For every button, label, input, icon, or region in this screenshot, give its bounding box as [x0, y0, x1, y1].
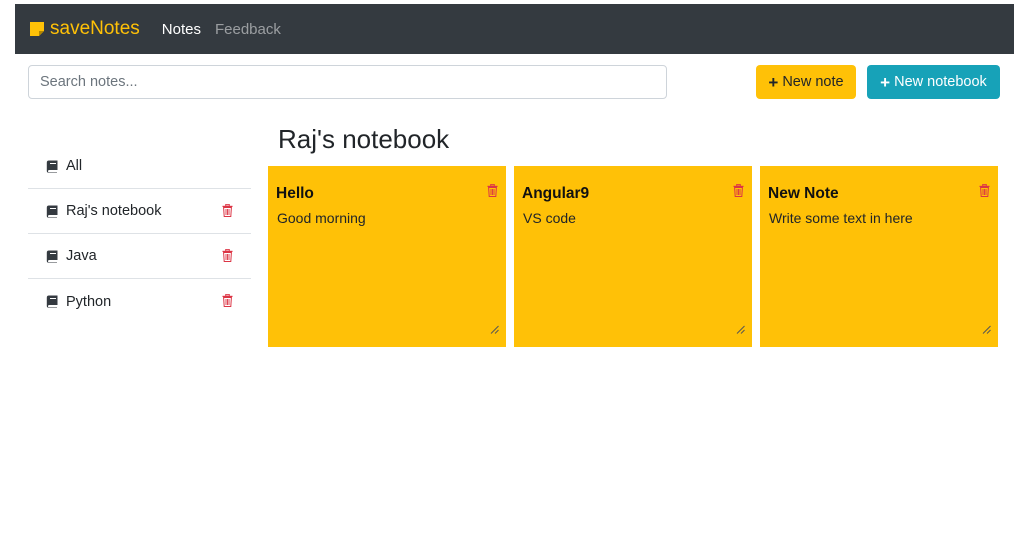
note-card[interactable]: Hello Good morning	[268, 166, 506, 347]
new-notebook-label: New notebook	[894, 74, 987, 90]
trash-icon[interactable]	[733, 184, 744, 197]
brand-name: saveNotes	[50, 18, 140, 39]
plus-icon: +	[768, 72, 779, 92]
plus-icon: +	[880, 72, 891, 92]
page-title: Raj's notebook	[278, 124, 450, 154]
resize-handle-icon[interactable]	[736, 325, 745, 334]
notebook-list: All Raj's notebook Java Python	[28, 144, 251, 324]
sidebar-item-rajs-notebook[interactable]: Raj's notebook	[28, 189, 251, 234]
book-icon	[46, 160, 58, 173]
sidebar-item-java[interactable]: Java	[28, 234, 251, 279]
sidebar-item-label: Python	[66, 293, 112, 310]
trash-icon[interactable]	[222, 249, 233, 262]
trash-icon[interactable]	[979, 184, 990, 197]
new-note-label: New note	[782, 74, 844, 90]
note-card[interactable]: Angular9 VS code	[514, 166, 752, 347]
top-navbar: saveNotes Notes Feedback	[15, 4, 1014, 54]
sidebar-item-label: Raj's notebook	[66, 203, 162, 219]
note-body[interactable]: Write some text in here	[769, 210, 913, 226]
sidebar-item-all[interactable]: All	[28, 144, 251, 189]
new-note-button[interactable]: + New note	[756, 65, 856, 99]
new-notebook-button[interactable]: + New notebook	[867, 65, 1000, 99]
trash-icon[interactable]	[222, 294, 233, 307]
sidebar-item-label: All	[66, 158, 83, 174]
note-title[interactable]: Hello	[276, 185, 314, 203]
sidebar-item-python[interactable]: Python	[28, 279, 251, 324]
sidebar-item-label: Java	[66, 248, 97, 264]
book-icon	[46, 295, 58, 308]
note-card[interactable]: New Note Write some text in here	[760, 166, 998, 347]
trash-icon[interactable]	[487, 184, 498, 197]
resize-handle-icon[interactable]	[490, 325, 499, 334]
resize-handle-icon[interactable]	[982, 325, 991, 334]
book-icon	[46, 205, 58, 218]
note-body[interactable]: VS code	[523, 210, 576, 226]
note-body[interactable]: Good morning	[277, 210, 366, 226]
nav-notes-link[interactable]: Notes	[162, 21, 201, 38]
sticky-note-icon	[30, 22, 44, 36]
search-input[interactable]	[28, 65, 667, 99]
trash-icon[interactable]	[222, 204, 233, 217]
nav-feedback-link[interactable]: Feedback	[215, 21, 281, 38]
brand-link[interactable]: saveNotes	[29, 18, 140, 40]
note-title[interactable]: New Note	[768, 185, 839, 203]
book-icon	[46, 250, 58, 263]
note-title[interactable]: Angular9	[522, 185, 589, 203]
